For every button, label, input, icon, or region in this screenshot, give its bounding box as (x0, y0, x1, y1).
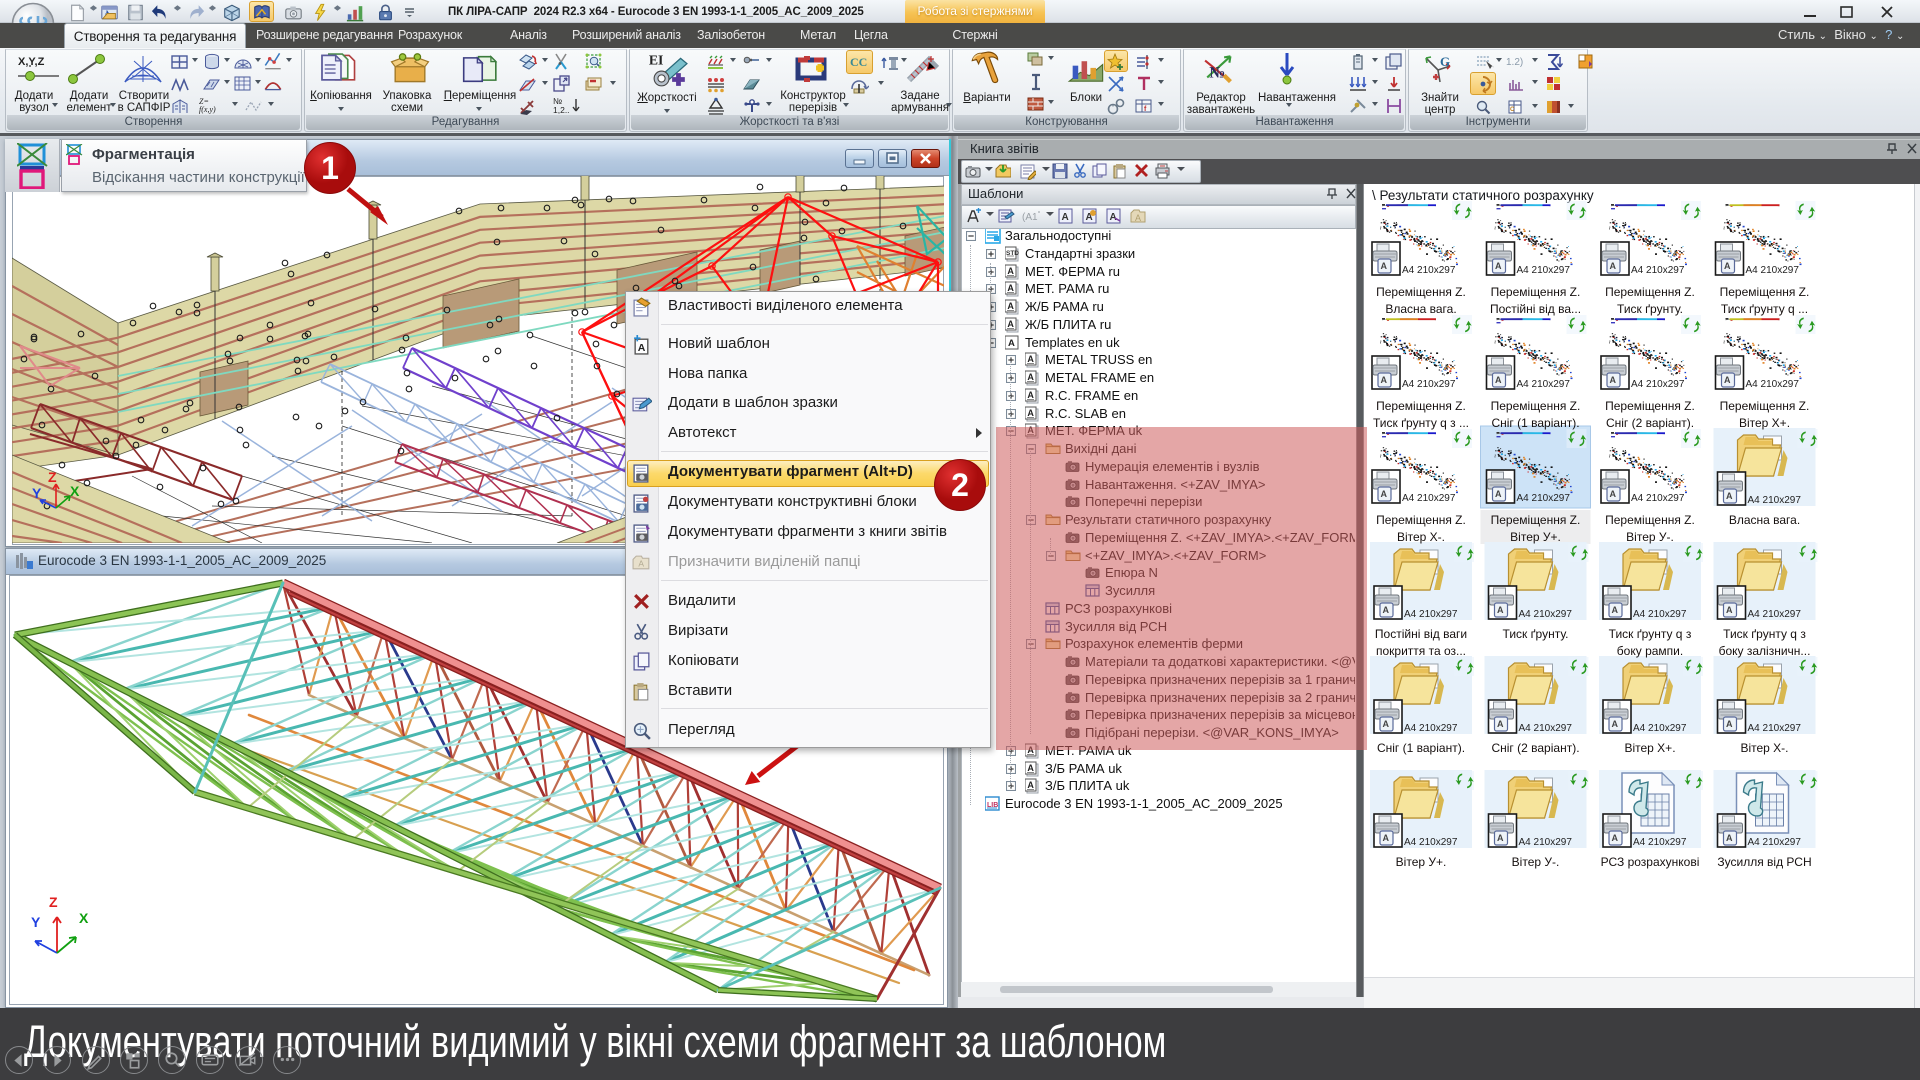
svg-text:№: № (1209, 64, 1225, 81)
svg-text:A4 210x297: A4 210x297 (1402, 379, 1456, 390)
svg-text:A: A (1135, 213, 1141, 223)
svg-text:A4 210x297: A4 210x297 (1633, 609, 1687, 620)
svg-text:A4 210x297: A4 210x297 (1404, 837, 1458, 848)
svg-text:f(x,y): f(x,y) (199, 105, 216, 114)
svg-text:Y: Y (32, 485, 42, 501)
svg-text:Z: Z (48, 469, 57, 485)
svg-text:G: G (1440, 54, 1450, 69)
svg-text:A4 210x297: A4 210x297 (1631, 493, 1685, 504)
svg-text:A4 210x297: A4 210x297 (1633, 723, 1687, 734)
svg-text:A: A (638, 559, 644, 569)
svg-text:A4 210x297: A4 210x297 (1404, 609, 1458, 620)
svg-text:A: A (1027, 390, 1034, 400)
svg-text:A4 210x297: A4 210x297 (1519, 609, 1573, 620)
svg-text:1.2): 1.2) (1506, 57, 1523, 68)
svg-text:1: 1 (321, 150, 339, 186)
svg-text:A4 210x297: A4 210x297 (1748, 495, 1802, 506)
svg-text:X: X (79, 910, 89, 926)
svg-text:A4 210x297: A4 210x297 (1633, 837, 1687, 848)
svg-text:A4 210x297: A4 210x297 (1748, 723, 1802, 734)
svg-text:A4 210x297: A4 210x297 (1402, 265, 1456, 276)
svg-text:A4 210x297: A4 210x297 (1517, 265, 1571, 276)
svg-text:A4 210x297: A4 210x297 (1748, 837, 1802, 848)
svg-text:A4 210x297: A4 210x297 (1517, 493, 1571, 504)
svg-text:A4 210x297: A4 210x297 (1517, 379, 1571, 390)
svg-text:1,2..: 1,2.. (553, 105, 570, 115)
svg-text:C: C (1510, 107, 1515, 113)
svg-text:A: A (1027, 408, 1034, 418)
svg-text:EI: EI (649, 53, 664, 68)
svg-text:A: A (1007, 266, 1014, 276)
svg-text:A4 210x297: A4 210x297 (1402, 493, 1456, 504)
svg-text:A: A (1008, 338, 1015, 349)
svg-text:A4 210x297: A4 210x297 (1404, 723, 1458, 734)
svg-text:A4 210x297: A4 210x297 (1519, 723, 1573, 734)
svg-text:2: 2 (951, 467, 969, 503)
svg-text:(A1: (A1 (1022, 212, 1038, 223)
svg-text:A4 210x297: A4 210x297 (1519, 837, 1573, 848)
svg-text:A: A (1007, 319, 1014, 329)
svg-text:A: A (638, 342, 646, 354)
svg-text:A: A (1007, 283, 1014, 293)
svg-text:X,Y,Z: X,Y,Z (18, 56, 45, 68)
svg-text:A4 210x297: A4 210x297 (1631, 379, 1685, 390)
svg-text:A4 210x297: A4 210x297 (1631, 265, 1685, 276)
svg-text:Z: Z (49, 894, 58, 910)
svg-text:A4 210x297: A4 210x297 (1746, 265, 1800, 276)
svg-text:A: A (1007, 301, 1014, 311)
svg-text:A: A (1027, 372, 1034, 382)
svg-text:A4 210x297: A4 210x297 (1746, 379, 1800, 390)
svg-text:Y: Y (31, 914, 41, 930)
svg-text:A: A (1062, 212, 1069, 223)
svg-text:A: A (1027, 780, 1034, 790)
svg-text:A: A (1027, 354, 1034, 364)
svg-text:CC: CC (850, 55, 867, 69)
svg-text:A: A (1027, 763, 1034, 773)
svg-text:X: X (70, 483, 80, 499)
svg-text:A4 210x297: A4 210x297 (1748, 609, 1802, 620)
